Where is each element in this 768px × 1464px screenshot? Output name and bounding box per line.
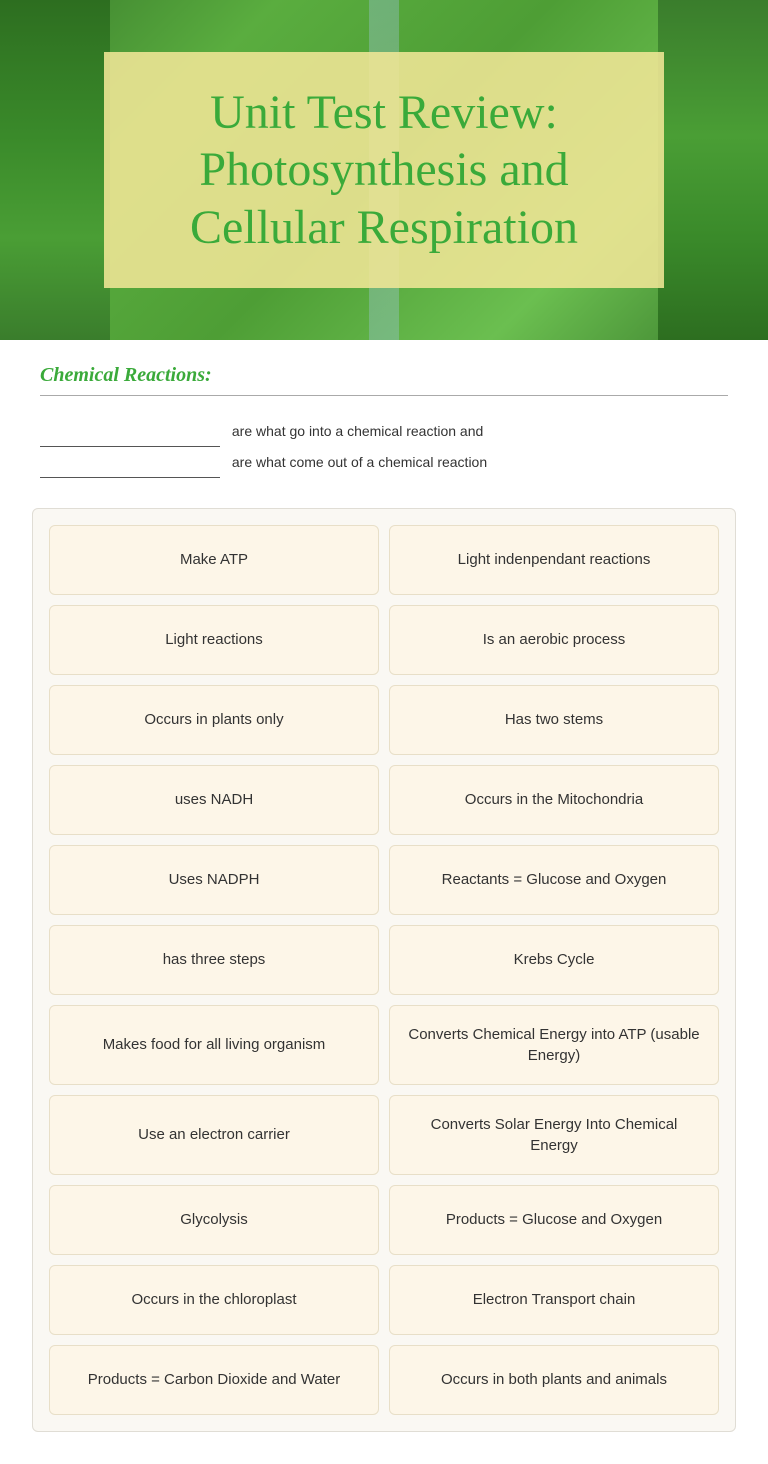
sort-grid-container: Make ATPLight indenpendant reactionsLigh… [32, 508, 736, 1432]
sort-card[interactable]: Krebs Cycle [389, 925, 719, 995]
forest-right-decoration [658, 0, 768, 340]
sort-card[interactable]: Occurs in plants only [49, 685, 379, 755]
fill-text-1: are what go into a chemical reaction and [232, 423, 483, 439]
sort-card[interactable]: Makes food for all living organism [49, 1005, 379, 1085]
forest-left-decoration [0, 0, 110, 340]
content-section: Chemical Reactions: are what go into a c… [0, 340, 768, 1464]
blank-line-1 [40, 446, 220, 447]
sort-card[interactable]: Glycolysis [49, 1185, 379, 1255]
sort-card[interactable]: Occurs in the chloroplast [49, 1265, 379, 1335]
section-divider [40, 395, 728, 396]
sort-card[interactable]: Converts Chemical Energy into ATP (usabl… [389, 1005, 719, 1085]
sort-card[interactable]: has three steps [49, 925, 379, 995]
hero-section: Unit Test Review: Photosynthesis and Cel… [0, 0, 768, 340]
sort-card[interactable]: Products = Glucose and Oxygen [389, 1185, 719, 1255]
fill-text-2: are what come out of a chemical reaction [232, 454, 487, 470]
sort-card[interactable]: Light reactions [49, 605, 379, 675]
sort-card[interactable]: Has two stems [389, 685, 719, 755]
sort-card[interactable]: uses NADH [49, 765, 379, 835]
hero-title-box: Unit Test Review: Photosynthesis and Cel… [104, 52, 664, 289]
sort-card[interactable]: Electron Transport chain [389, 1265, 719, 1335]
sort-card[interactable]: Use an electron carrier [49, 1095, 379, 1175]
sort-card[interactable]: Converts Solar Energy Into Chemical Ener… [389, 1095, 719, 1175]
chemical-reactions-heading: Chemical Reactions: [40, 364, 728, 387]
sort-card[interactable]: Uses NADPH [49, 845, 379, 915]
fill-in-blank-block: are what go into a chemical reaction and… [40, 416, 728, 478]
sort-card[interactable]: Light indenpendant reactions [389, 525, 719, 595]
sort-card[interactable]: Reactants = Glucose and Oxygen [389, 845, 719, 915]
blank-line-2 [40, 477, 220, 478]
sort-grid: Make ATPLight indenpendant reactionsLigh… [49, 525, 719, 1415]
sort-card[interactable]: Is an aerobic process [389, 605, 719, 675]
sort-card[interactable]: Make ATP [49, 525, 379, 595]
sort-card[interactable]: Occurs in the Mitochondria [389, 765, 719, 835]
page-title: Unit Test Review: Photosynthesis and Cel… [152, 84, 616, 257]
